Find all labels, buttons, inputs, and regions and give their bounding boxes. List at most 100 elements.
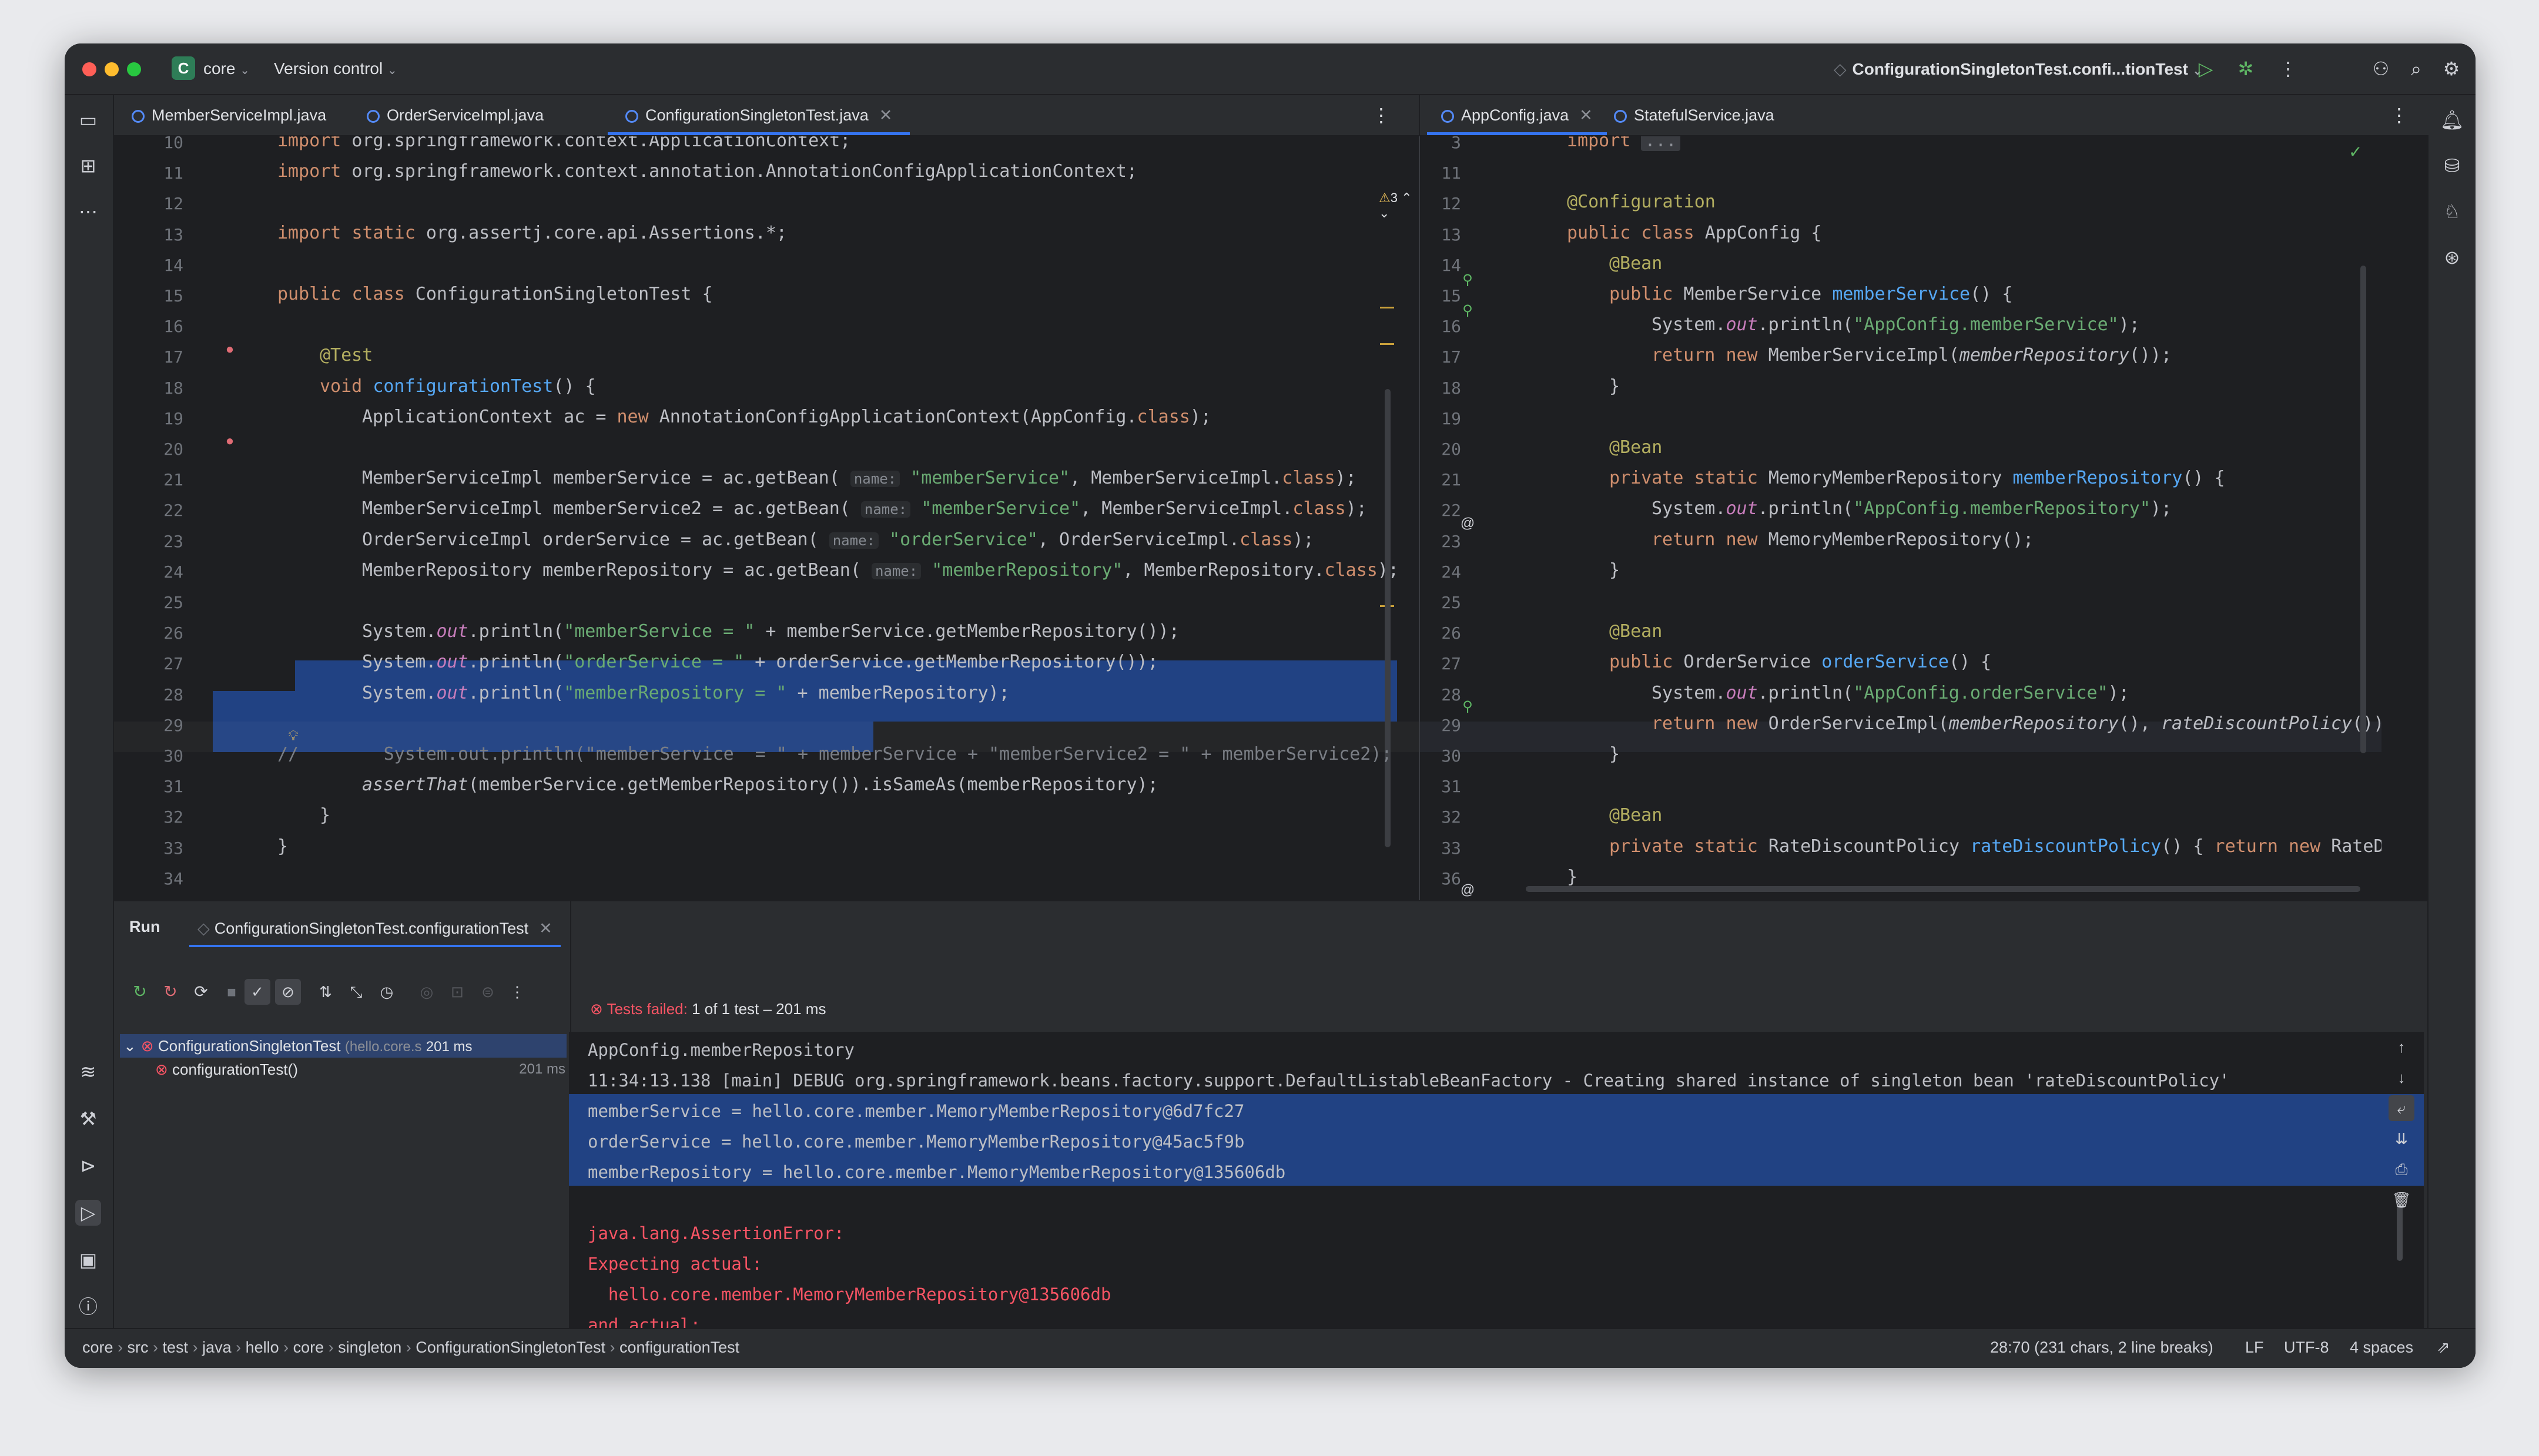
- more-icon[interactable]: ⋮: [504, 979, 530, 1005]
- maximize-window-button[interactable]: [127, 62, 141, 76]
- more-icon[interactable]: ⋮: [2277, 58, 2299, 80]
- sort-icon[interactable]: ⇅: [313, 979, 339, 1005]
- add-user-icon[interactable]: ⚇: [2370, 58, 2392, 80]
- at-gutter-icon[interactable]: @: [1459, 881, 1476, 899]
- database-icon[interactable]: ⛁: [2439, 153, 2465, 179]
- toggle-auto-test-icon[interactable]: ⟳: [188, 979, 214, 1005]
- layers-icon[interactable]: ≋: [75, 1059, 101, 1085]
- tree-node-test[interactable]: ⊗ configurationTest() 201 ms: [155, 1058, 567, 1081]
- code-line: import org.springframework.context.annot…: [277, 161, 1137, 182]
- show-ignored-icon[interactable]: ⊘: [275, 979, 301, 1005]
- line-number: 32: [1441, 807, 1461, 827]
- services-icon[interactable]: ⊳: [75, 1153, 101, 1179]
- terminal-icon[interactable]: ▣: [75, 1247, 101, 1273]
- bean-gutter-icon[interactable]: ⚲: [1459, 698, 1476, 716]
- tab-orderserviceimpl[interactable]: OrderServiceImpl.java: [367, 95, 544, 135]
- indent-setting[interactable]: 4 spaces: [2350, 1338, 2413, 1357]
- run-tool-icon[interactable]: ▷: [75, 1200, 101, 1226]
- run-tab[interactable]: ◇ ConfigurationSingletonTest.configuratio…: [189, 912, 561, 947]
- export-icon[interactable]: ◎: [414, 979, 440, 1005]
- tab-appconfig[interactable]: AppConfig.java ✕: [1427, 95, 1607, 135]
- history-icon[interactable]: ◷: [374, 979, 400, 1005]
- editor-scrollbar[interactable]: [1385, 389, 1391, 847]
- read-only-toggle-icon[interactable]: ⇗: [2437, 1338, 2450, 1357]
- right-code-editor[interactable]: ⚲ ⚲ @ ⚲ @ ✓ 3 import ... 11 12 @Configuratio…: [1420, 136, 2381, 900]
- right-editor-tabs: AppConfig.java ✕ StatefulService.java ⋮: [1420, 95, 2429, 136]
- close-window-button[interactable]: [82, 62, 96, 76]
- stop-icon[interactable]: ■: [219, 979, 244, 1005]
- left-code-editor[interactable]: ● ● 💡︎ ⚠3 ⌃ ⌄ 10 import org.springframewo…: [114, 136, 1420, 900]
- tab-statefulservice[interactable]: StatefulService.java: [1614, 95, 1774, 135]
- breadcrumb-item[interactable]: test: [163, 1338, 189, 1356]
- run-toolbar: ↻ ↻ ⟳ ■ ✓ ⊘ ⇅ ⤡ ◷ ◎ ⊡ ⊜ ⋮: [114, 979, 619, 1008]
- caret-position[interactable]: 28:70 (231 chars, 2 line breaks): [1990, 1338, 2213, 1357]
- more-tools-icon[interactable]: ⋯: [75, 199, 101, 224]
- console-output[interactable]: AppConfig.memberRepository 11:34:13.138 […: [569, 1032, 2424, 1349]
- warnings-indicator[interactable]: ⚠3 ⌃ ⌄: [1379, 190, 1419, 221]
- bean-gutter-icon[interactable]: ⚲: [1459, 271, 1476, 289]
- project-selector[interactable]: core ⌄: [203, 59, 250, 78]
- code-line: MemberServiceImpl memberService = ac.get…: [362, 468, 1356, 489]
- trash-icon[interactable]: 🗑︎: [2389, 1187, 2414, 1213]
- project-icon[interactable]: C: [172, 56, 195, 80]
- file-encoding[interactable]: UTF-8: [2284, 1338, 2329, 1357]
- search-icon[interactable]: ⌕: [2405, 58, 2427, 80]
- breadcrumb-item[interactable]: java: [202, 1338, 232, 1356]
- run-test-gutter-icon[interactable]: ●: [221, 341, 239, 358]
- line-number: 12: [163, 194, 183, 214]
- breadcrumb-item[interactable]: configurationTest: [619, 1338, 739, 1356]
- chevron-up-icon[interactable]: ⌃: [1401, 190, 1412, 205]
- close-tab-icon[interactable]: ✕: [539, 920, 552, 937]
- run-icon[interactable]: ▷: [2195, 58, 2217, 80]
- breadcrumb-item[interactable]: singleton: [338, 1338, 401, 1356]
- notifications-icon[interactable]: 🔔︎: [2439, 107, 2465, 133]
- ai-assistant-icon[interactable]: ⊛: [2439, 244, 2465, 270]
- problems-icon[interactable]: ⓘ: [75, 1294, 101, 1320]
- import-icon[interactable]: ⊡: [444, 979, 470, 1005]
- code-line: }: [1567, 866, 1578, 887]
- structure-icon[interactable]: ⊞: [75, 153, 101, 179]
- bean-gutter-icon[interactable]: ⚲: [1459, 302, 1476, 320]
- scroll-up-icon[interactable]: ↑: [2389, 1034, 2414, 1060]
- line-number: 33: [163, 838, 183, 858]
- at-gutter-icon[interactable]: @: [1459, 515, 1476, 532]
- debug-icon[interactable]: ✲: [2235, 58, 2257, 80]
- breadcrumb-item[interactable]: core: [82, 1338, 113, 1356]
- tab-memberserviceimpl[interactable]: MemberServiceImpl.java: [132, 95, 326, 135]
- breadcrumb-item[interactable]: core: [293, 1338, 324, 1356]
- breadcrumb-item[interactable]: ConfigurationSingletonTest: [416, 1338, 605, 1356]
- close-tab-icon[interactable]: ✕: [879, 106, 893, 124]
- lightbulb-icon[interactable]: 💡︎: [284, 727, 302, 745]
- show-passed-icon[interactable]: ✓: [244, 979, 270, 1005]
- gear-icon[interactable]: ⚙: [2440, 58, 2463, 80]
- run-test-gutter-icon[interactable]: ●: [221, 432, 239, 450]
- folder-icon[interactable]: ▭: [75, 107, 101, 133]
- close-tab-icon[interactable]: ✕: [1579, 106, 1593, 124]
- tab-configurationsingletontest[interactable]: ConfigurationSingletonTest.java ✕: [608, 95, 910, 135]
- build-hammer-icon[interactable]: ⚒: [75, 1106, 101, 1132]
- chevron-down-icon[interactable]: ⌄: [1379, 206, 1389, 220]
- soft-wrap-icon[interactable]: ⤶: [2389, 1095, 2414, 1121]
- rerun-failed-icon[interactable]: ↻: [158, 979, 183, 1005]
- code-line: @Test: [320, 345, 373, 366]
- chevron-down-icon: ⌄: [240, 64, 250, 77]
- rerun-icon[interactable]: ↻: [127, 979, 153, 1005]
- collapse-all-icon[interactable]: ⤡: [343, 979, 369, 1005]
- run-config-selector[interactable]: ◇ ConfigurationSingletonTest.confi...tion…: [1834, 59, 2202, 79]
- code-line: System.out.println("memberRepository = "…: [362, 682, 1010, 703]
- line-separator[interactable]: LF: [2245, 1338, 2264, 1357]
- print-icon[interactable]: ⎙: [2389, 1156, 2414, 1182]
- editor-scrollbar[interactable]: [2360, 266, 2366, 753]
- tree-node-root[interactable]: ⌄ ⊗ ConfigurationSingletonTest (hello.cor…: [120, 1034, 567, 1058]
- coverage-icon[interactable]: ⊜: [475, 979, 501, 1005]
- scroll-to-end-icon[interactable]: ⇊: [2389, 1126, 2414, 1152]
- vcs-selector[interactable]: Version control ⌄: [274, 59, 397, 78]
- tab-options-icon[interactable]: ⋮: [1372, 95, 1391, 135]
- scroll-down-icon[interactable]: ↓: [2389, 1065, 2414, 1091]
- breadcrumb-item[interactable]: hello: [246, 1338, 279, 1356]
- tab-options-icon[interactable]: ⋮: [2390, 95, 2409, 135]
- gradle-icon[interactable]: ♘: [2439, 199, 2465, 224]
- horizontal-scrollbar[interactable]: [1526, 886, 2360, 892]
- minimize-window-button[interactable]: [105, 62, 119, 76]
- breadcrumb-item[interactable]: src: [128, 1338, 149, 1356]
